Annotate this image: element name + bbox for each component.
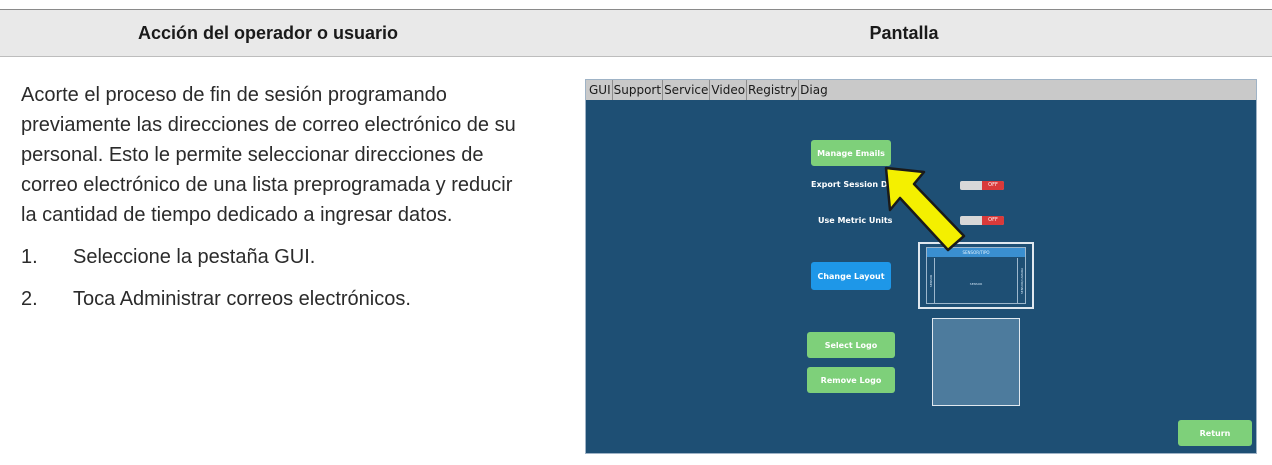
tab-gui[interactable]: GUI <box>588 80 613 100</box>
logo-preview <box>932 318 1020 406</box>
embedded-screenshot: GUI Support Service Video Registry Diag … <box>585 79 1257 454</box>
header-screen-column: Pantalla <box>869 22 939 43</box>
tab-registry[interactable]: Registry <box>747 80 800 100</box>
return-button[interactable]: Return <box>1178 420 1252 446</box>
toggle-off-label: OFF <box>982 181 1004 190</box>
callout-arrow-icon <box>884 166 966 252</box>
toggle-off-label: OFF <box>982 216 1004 225</box>
step-text: Toca Administrar correos electrónicos. <box>73 288 411 310</box>
step-number: 1. <box>21 246 38 268</box>
tab-bar: GUI Support Service Video Registry Diag <box>586 80 1256 100</box>
step-item: 1. Seleccione la pestaña GUI. <box>21 242 521 272</box>
intro-paragraph: Acorte el proceso de fin de sesión progr… <box>21 84 516 226</box>
header-action-column: Acción del operador o usuario <box>137 22 399 43</box>
instruction-column: Acorte el proceso de fin de sesión progr… <box>21 80 521 326</box>
tab-diag[interactable]: Diag <box>799 80 829 100</box>
steps-list: 1. Seleccione la pestaña GUI. 2. Toca Ad… <box>21 242 521 314</box>
layout-preview-center: SENSOR <box>969 282 983 286</box>
tab-service[interactable]: Service <box>663 80 711 100</box>
select-logo-button[interactable]: Select Logo <box>807 332 895 358</box>
header-rule <box>0 56 1272 57</box>
remove-logo-button[interactable]: Remove Logo <box>807 367 895 393</box>
step-text: Seleccione la pestaña GUI. <box>73 246 316 268</box>
tab-support[interactable]: Support <box>613 80 664 100</box>
layout-preview-right: SENSOR/CAMARA <box>1019 267 1024 295</box>
step-number: 2. <box>21 288 38 310</box>
tab-video[interactable]: Video <box>710 80 748 100</box>
step-item: 2. Toca Administrar correos electrónicos… <box>21 284 521 314</box>
change-layout-button[interactable]: Change Layout <box>811 262 891 290</box>
